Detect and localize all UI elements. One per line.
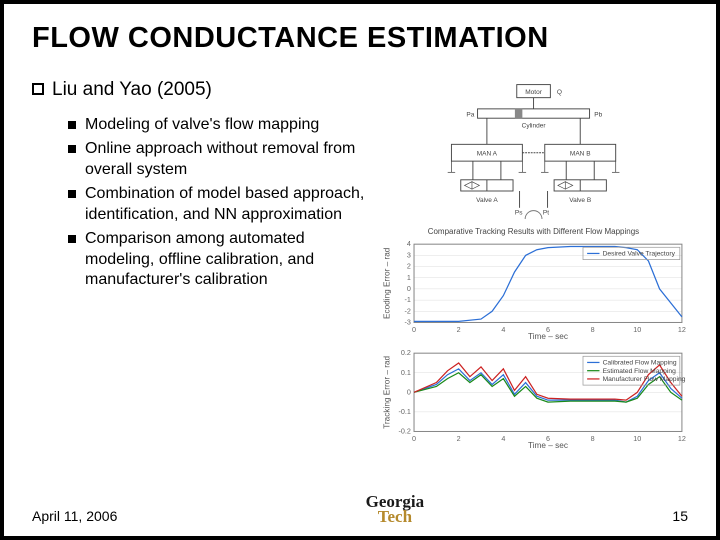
svg-text:Pt: Pt (543, 209, 549, 216)
footer: April 11, 2006 Georgia Tech 15 (32, 495, 688, 524)
footer-date: April 11, 2006 (32, 508, 117, 524)
svg-text:Manufacturer Flow Mapping: Manufacturer Flow Mapping (602, 376, 685, 383)
right-column: Motor Q Cylinder Pa Pb MAN A M (379, 79, 688, 447)
square-bullet-icon (68, 121, 76, 129)
svg-text:10: 10 (633, 325, 641, 334)
logo-bottom: Tech (378, 510, 412, 524)
svg-text:Time – sec: Time – sec (528, 332, 568, 341)
bullet-text: Combination of model based approach, ide… (85, 184, 367, 225)
chart1-title: Comparative Tracking Results with Differ… (379, 227, 688, 236)
subhead-text: Liu and Yao (2005) (52, 79, 212, 101)
svg-text:2: 2 (457, 434, 461, 443)
left-column: Liu and Yao (2005) Modeling of valve's f… (32, 79, 367, 447)
svg-text:8: 8 (590, 434, 594, 443)
svg-text:Pa: Pa (466, 111, 474, 118)
svg-text:Estimated Flow Mapping: Estimated Flow Mapping (602, 368, 676, 375)
bullet-text: Modeling of valve's flow mapping (85, 115, 319, 135)
svg-text:-0.2: -0.2 (398, 427, 410, 436)
diagram-label: Valve B (569, 197, 591, 204)
svg-text:-2: -2 (404, 306, 410, 315)
chart1-svg: -3-2-101234024681012Time – secEcoding Er… (379, 238, 688, 341)
svg-text:2: 2 (407, 262, 411, 271)
svg-text:-1: -1 (404, 295, 410, 304)
svg-text:Q: Q (557, 89, 562, 96)
bullet-text: Online approach without removal from ove… (85, 139, 367, 180)
svg-text:Ecoding Error – rad: Ecoding Error – rad (382, 247, 391, 319)
svg-text:10: 10 (633, 434, 641, 443)
bullet-text: Comparison among automated modeling, off… (85, 229, 367, 290)
list-item: Modeling of valve's flow mapping (68, 115, 367, 135)
svg-text:Time – sec: Time – sec (528, 441, 568, 450)
svg-text:Calibrated Flow Mapping: Calibrated Flow Mapping (602, 360, 676, 367)
svg-text:0: 0 (407, 387, 411, 396)
diagram-label: MAN B (570, 151, 591, 158)
svg-text:4: 4 (501, 434, 505, 443)
svg-text:0: 0 (412, 325, 416, 334)
svg-text:4: 4 (501, 325, 505, 334)
svg-text:-3: -3 (404, 318, 410, 327)
svg-text:12: 12 (678, 325, 686, 334)
list-item: Comparison among automated modeling, off… (68, 229, 367, 290)
svg-text:4: 4 (407, 239, 411, 248)
svg-text:2: 2 (457, 325, 461, 334)
slide: FLOW CONDUCTANCE ESTIMATION Liu and Yao … (0, 0, 720, 540)
svg-text:0.2: 0.2 (401, 348, 411, 357)
diagram-label: MAN A (477, 151, 498, 158)
hydraulic-diagram: Motor Q Cylinder Pa Pb MAN A M (379, 79, 688, 219)
tracking-chart-2: -0.2-0.100.10.2024681012Time – secTracki… (379, 347, 688, 447)
chart2-svg: -0.2-0.100.10.2024681012Time – secTracki… (379, 347, 688, 450)
svg-text:Pb: Pb (594, 111, 602, 118)
subhead: Liu and Yao (2005) (32, 79, 367, 101)
page-number: 15 (672, 508, 688, 524)
diagram-svg: Motor Q Cylinder Pa Pb MAN A M (379, 79, 688, 219)
diagram-label: Motor (525, 89, 542, 96)
bullet-list: Modeling of valve's flow mapping Online … (68, 115, 367, 291)
list-item: Online approach without removal from ove… (68, 139, 367, 180)
square-bullet-open-icon (32, 83, 44, 95)
svg-text:8: 8 (590, 325, 594, 334)
square-bullet-icon (68, 190, 76, 198)
svg-text:12: 12 (678, 434, 686, 443)
svg-text:0.1: 0.1 (401, 368, 411, 377)
georgia-tech-logo: Georgia Tech (366, 495, 425, 524)
svg-text:-0.1: -0.1 (398, 407, 410, 416)
svg-text:3: 3 (407, 250, 411, 259)
svg-text:Tracking Error – rad: Tracking Error – rad (382, 355, 391, 428)
diagram-label: Cylinder (521, 123, 546, 130)
svg-text:1: 1 (407, 273, 411, 282)
list-item: Combination of model based approach, ide… (68, 184, 367, 225)
tracking-chart-1: Comparative Tracking Results with Differ… (379, 227, 688, 339)
diagram-label: Valve A (476, 197, 498, 204)
slide-title: FLOW CONDUCTANCE ESTIMATION (32, 22, 688, 55)
content-row: Liu and Yao (2005) Modeling of valve's f… (32, 79, 688, 447)
svg-text:Desired Valve Trajectory: Desired Valve Trajectory (602, 251, 675, 258)
svg-text:Ps: Ps (515, 209, 523, 216)
square-bullet-icon (68, 145, 76, 153)
square-bullet-icon (68, 235, 76, 243)
svg-text:0: 0 (407, 284, 411, 293)
svg-text:0: 0 (412, 434, 416, 443)
